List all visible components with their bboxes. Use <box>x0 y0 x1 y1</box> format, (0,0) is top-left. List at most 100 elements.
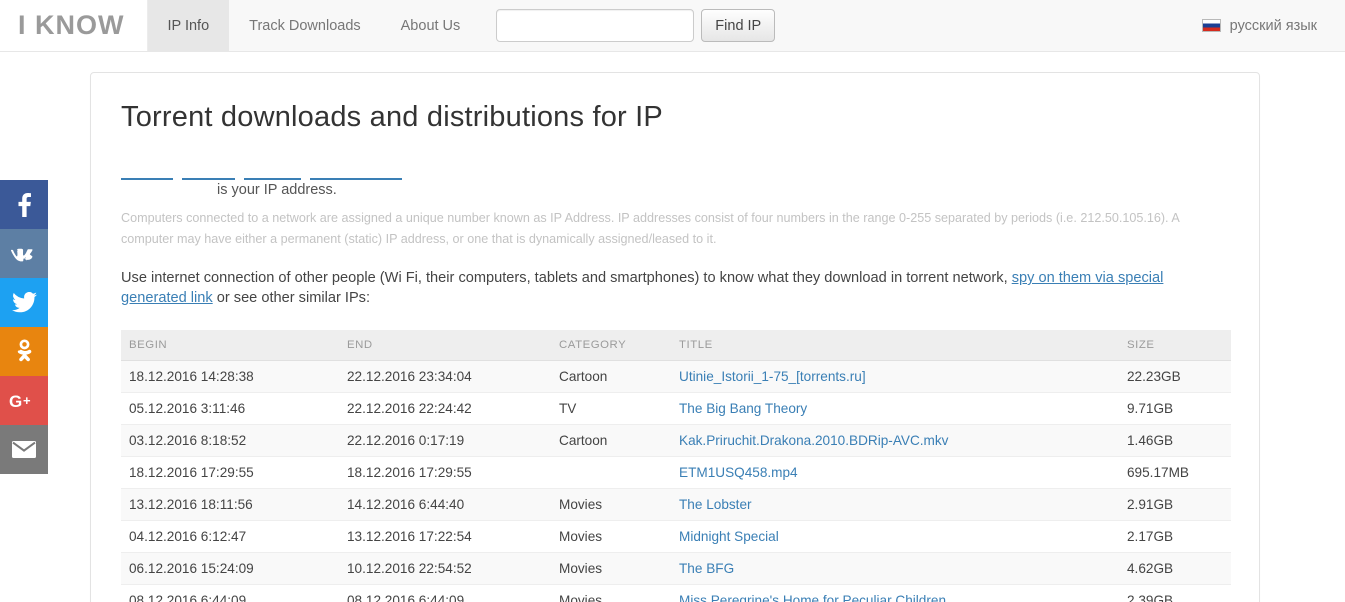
ru-flag-icon <box>1201 19 1221 32</box>
table-row: 08.12.2016 6:44:09 08.12.2016 6:44:09 Movi… <box>121 584 1231 602</box>
cell-end: 13.12.2016 17:22:54 <box>339 520 551 553</box>
find-ip-button[interactable]: Find IP <box>701 9 776 42</box>
top-navbar: I KNOW IP Info Track Downloads About Us … <box>0 0 1345 52</box>
cell-size: 2.91GB <box>1119 488 1231 521</box>
cell-end: 22.12.2016 23:34:04 <box>339 360 551 393</box>
table-row: 03.12.2016 8:18:52 22.12.2016 0:17:19 Cart… <box>121 424 1231 457</box>
share-google-plus-button[interactable]: G + <box>0 376 48 425</box>
torrent-title-link[interactable]: The BFG <box>679 561 734 576</box>
cell-size: 4.62GB <box>1119 552 1231 585</box>
cell-title: The BFG <box>671 552 1119 585</box>
share-facebook-button[interactable] <box>0 180 48 229</box>
cell-begin: 13.12.2016 18:11:56 <box>121 488 339 521</box>
content-card: Torrent downloads and distributions for … <box>90 72 1260 602</box>
table-row: 06.12.2016 15:24:09 10.12.2016 22:54:52 Mo… <box>121 552 1231 585</box>
cell-size: 9.71GB <box>1119 392 1231 425</box>
cell-end: 08.12.2016 6:44:09 <box>339 584 551 602</box>
torrent-title-link[interactable]: Midnight Special <box>679 529 779 544</box>
cell-category: Movies <box>551 584 671 602</box>
cell-begin: 08.12.2016 6:44:09 <box>121 584 339 602</box>
table-row: 13.12.2016 18:11:56 14.12.2016 6:44:40 Mov… <box>121 488 1231 521</box>
google-plus-icon: G + <box>9 391 39 411</box>
cell-title: Kak.Priruchit.Drakona.2010.BDRip-AVC.mkv <box>671 424 1119 457</box>
column-header-begin[interactable]: BEGIN <box>121 330 339 361</box>
torrent-title-link[interactable]: Kak.Priruchit.Drakona.2010.BDRip-AVC.mkv <box>679 433 948 448</box>
cell-category: Movies <box>551 488 671 521</box>
vk-icon <box>11 246 37 262</box>
cell-size: 1.46GB <box>1119 424 1231 457</box>
torrent-title-link[interactable]: The Lobster <box>679 497 752 512</box>
share-vk-button[interactable] <box>0 229 48 278</box>
cell-size: 22.23GB <box>1119 360 1231 393</box>
cell-title: Midnight Special <box>671 520 1119 553</box>
cell-category: Cartoon <box>551 424 671 457</box>
column-header-category[interactable]: CATEGORY <box>551 330 671 361</box>
cell-begin: 03.12.2016 8:18:52 <box>121 424 339 457</box>
nav-item-ip-info[interactable]: IP Info <box>147 0 230 51</box>
cell-title: Miss Peregrine's Home for Peculiar Child… <box>671 584 1119 602</box>
cell-title: Utinie_Istorii_1-75_[torrents.ru] <box>671 360 1119 393</box>
cell-category: Movies <box>551 520 671 553</box>
cell-category: Movies <box>551 552 671 585</box>
table-header-row: BEGIN END CATEGORY TITLE SIZE <box>121 330 1231 361</box>
table-row: 05.12.2016 3:11:46 22.12.2016 22:24:42 TV T… <box>121 392 1231 425</box>
cell-end: 18.12.2016 17:29:55 <box>339 456 551 489</box>
spy-text-after: or see other similar IPs: <box>212 290 371 306</box>
cell-end: 22.12.2016 22:24:42 <box>339 392 551 425</box>
share-email-button[interactable] <box>0 425 48 474</box>
column-header-title[interactable]: TITLE <box>671 330 1119 361</box>
table-row: 18.12.2016 17:29:55 18.12.2016 17:29:55 ET… <box>121 456 1231 489</box>
ip-octet-1-redacted <box>121 165 173 180</box>
redacted-ip-address <box>121 158 1229 180</box>
cell-begin: 18.12.2016 14:28:38 <box>121 360 339 393</box>
torrent-title-link[interactable]: ETM1USQ458.mp4 <box>679 465 798 480</box>
facebook-icon <box>17 192 31 217</box>
cell-size: 2.17GB <box>1119 520 1231 553</box>
ip-octet-2-redacted <box>182 165 235 180</box>
cell-end: 22.12.2016 0:17:19 <box>339 424 551 457</box>
cell-title: The Big Bang Theory <box>671 392 1119 425</box>
ip-search-form: Find IP <box>496 0 776 51</box>
site-logo[interactable]: I KNOW <box>0 0 148 51</box>
envelope-icon <box>11 440 37 459</box>
cell-title: The Lobster <box>671 488 1119 521</box>
language-switcher[interactable]: русский язык <box>1201 0 1317 51</box>
language-label: русский язык <box>1229 17 1317 34</box>
cell-size: 2.39GB <box>1119 584 1231 602</box>
share-odnoklassniki-button[interactable] <box>0 327 48 376</box>
torrent-title-link[interactable]: The Big Bang Theory <box>679 401 807 416</box>
page-title: Torrent downloads and distributions for … <box>121 101 663 133</box>
cell-begin: 18.12.2016 17:29:55 <box>121 456 339 489</box>
svg-text:G: G <box>9 392 22 411</box>
column-header-end[interactable]: END <box>339 330 551 361</box>
social-share-rail: G + <box>0 180 48 474</box>
ip-explanation-text: Computers connected to a network are ass… <box>121 211 1180 246</box>
cell-begin: 04.12.2016 6:12:47 <box>121 520 339 553</box>
page-body: G + Torrent downloads and distributions … <box>0 52 1345 602</box>
ip-octet-3-redacted <box>244 165 301 180</box>
spy-instruction-text: Use internet connection of other people … <box>121 268 1216 308</box>
downloads-table-header: BEGIN END CATEGORY TITLE SIZE <box>121 330 1231 361</box>
cell-size: 695.17MB <box>1119 456 1231 489</box>
torrent-title-link[interactable]: Utinie_Istorii_1-75_[torrents.ru] <box>679 369 866 384</box>
cell-end: 10.12.2016 22:54:52 <box>339 552 551 585</box>
spy-text-before: Use internet connection of other people … <box>121 270 1012 286</box>
cell-begin: 05.12.2016 3:11:46 <box>121 392 339 425</box>
ip-search-input[interactable] <box>496 9 695 42</box>
column-header-size[interactable]: SIZE <box>1119 330 1231 361</box>
table-row: 18.12.2016 14:28:38 22.12.2016 23:34:04 Ca… <box>121 360 1231 393</box>
downloads-table: BEGIN END CATEGORY TITLE SIZE 18.12.2016… <box>121 330 1231 602</box>
main-nav: IP Info Track Downloads About Us <box>147 0 481 51</box>
torrent-title-link[interactable]: Miss Peregrine's Home for Peculiar Child… <box>679 593 946 602</box>
nav-item-track-downloads[interactable]: Track Downloads <box>229 0 380 51</box>
share-twitter-button[interactable] <box>0 278 48 327</box>
twitter-icon <box>11 292 37 313</box>
cell-category: Cartoon <box>551 360 671 393</box>
cell-category: TV <box>551 392 671 425</box>
table-row: 04.12.2016 6:12:47 13.12.2016 17:22:54 Mov… <box>121 520 1231 553</box>
odnoklassniki-icon <box>16 339 33 364</box>
nav-item-about-us[interactable]: About Us <box>381 0 481 51</box>
cell-begin: 06.12.2016 15:24:09 <box>121 552 339 585</box>
cell-end: 14.12.2016 6:44:40 <box>339 488 551 521</box>
svg-text:+: + <box>23 393 31 408</box>
